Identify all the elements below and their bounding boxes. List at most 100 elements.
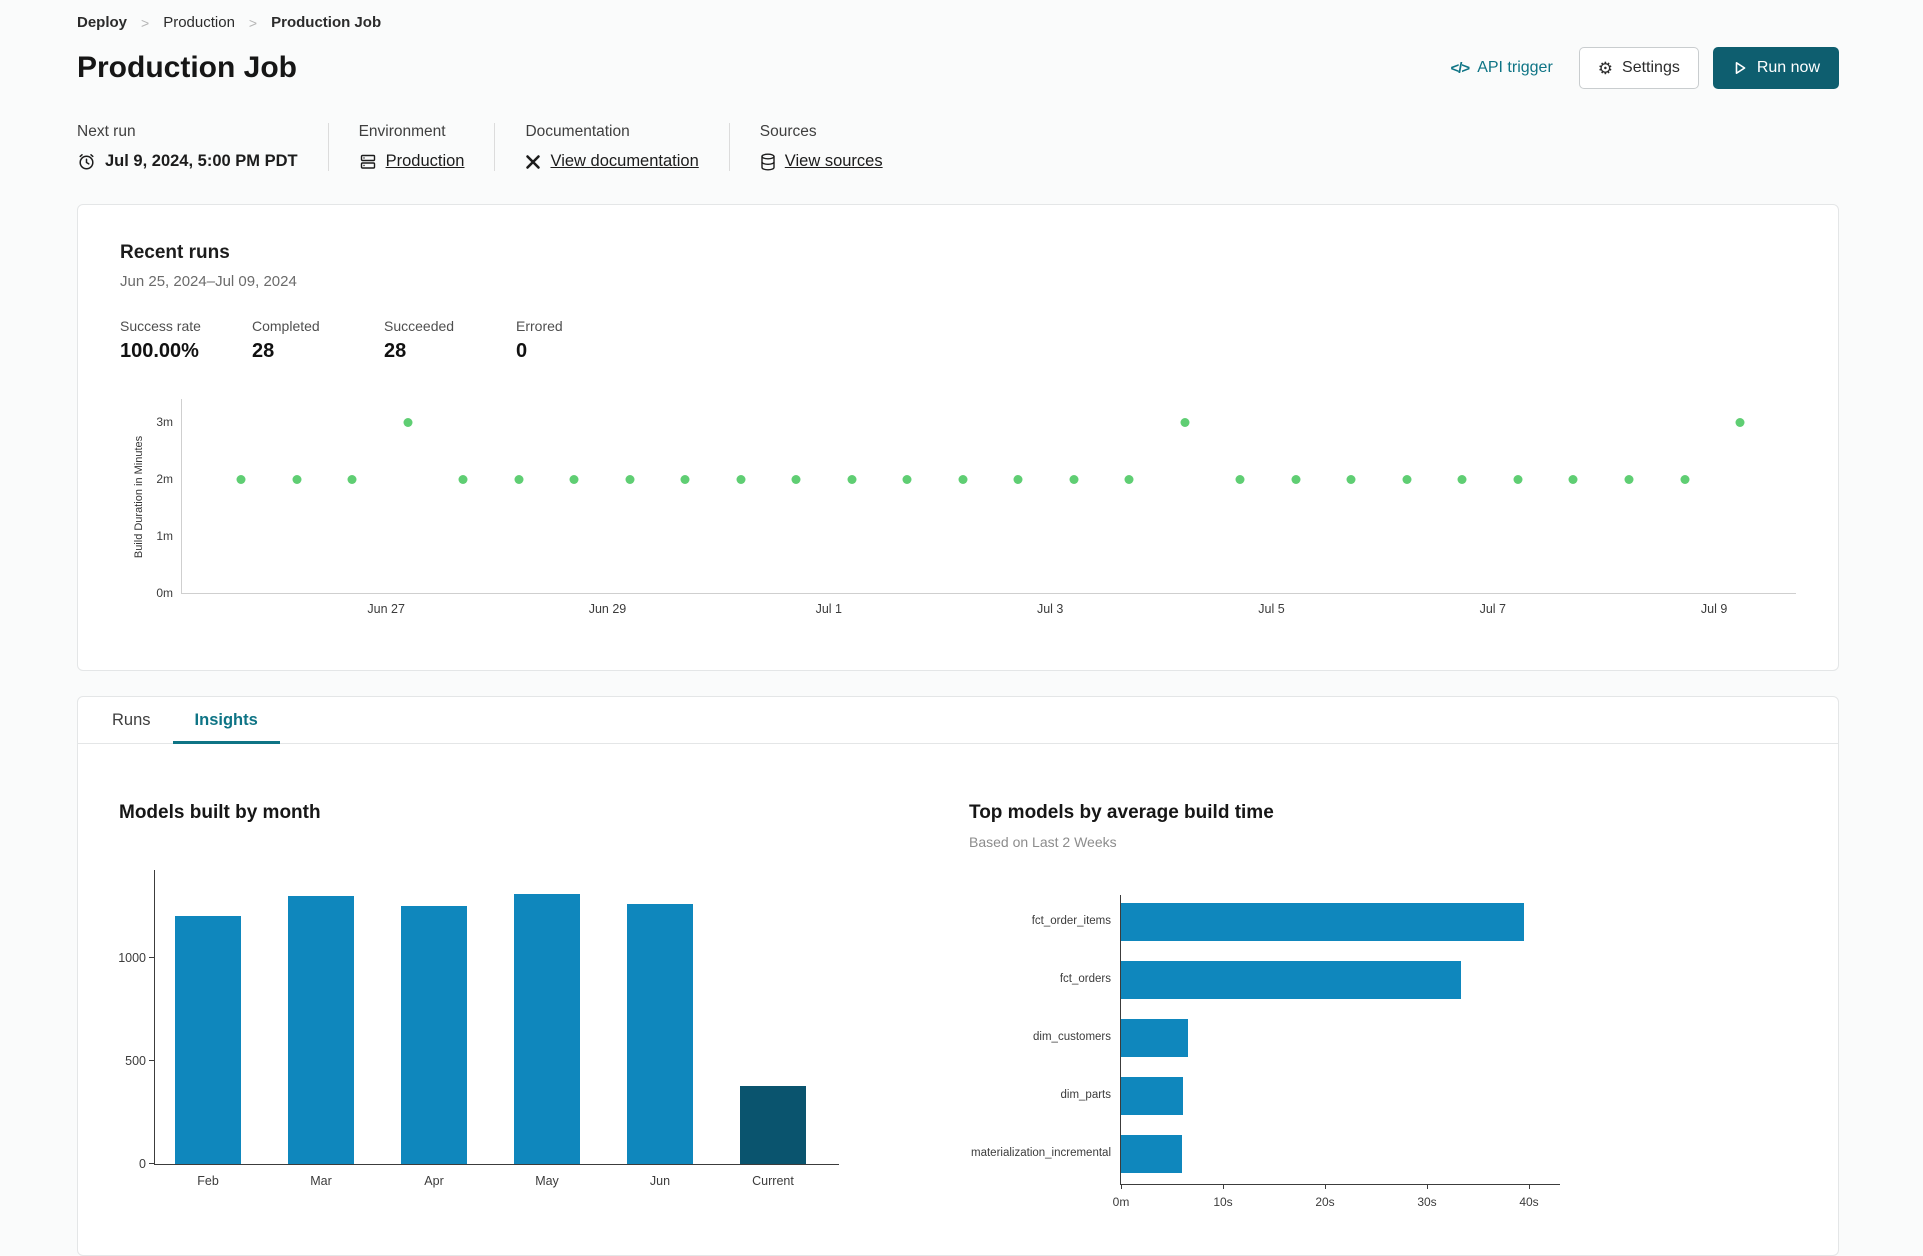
database-icon	[760, 153, 776, 171]
job-meta-row: Next run Jul 9, 2024, 5:00 PM PDT Enviro…	[77, 123, 1839, 171]
bar-fct_orders[interactable]	[1121, 961, 1461, 999]
bar-feb[interactable]	[175, 916, 241, 1164]
settings-button[interactable]: ⚙ Settings	[1578, 47, 1699, 89]
y-axis-tick-label: materialization_incremental	[971, 1147, 1111, 1159]
run-now-button[interactable]: Run now	[1712, 47, 1839, 89]
run-dot[interactable]	[292, 474, 302, 484]
tab-runs[interactable]: Runs	[90, 697, 173, 743]
bar-current[interactable]	[740, 1086, 806, 1164]
bar-jun[interactable]	[627, 904, 693, 1164]
run-dot[interactable]	[1180, 417, 1190, 427]
recent-runs-plot: 0m 1m 2m 3m Jun 27 Jun 29 Jul 1 Jul 3 Jul 5 Jul 7…	[156, 399, 1796, 616]
x-axis-tick-mark	[1427, 1184, 1428, 1189]
breadcrumb: Deploy > Production > Production Job	[77, 0, 1839, 31]
models-by-month-chart: Models built by month Feb Mar Apr May Jun Cur…	[78, 802, 839, 1188]
run-dot[interactable]	[1124, 474, 1134, 484]
settings-label: Settings	[1622, 59, 1680, 76]
bar-may[interactable]	[514, 894, 580, 1164]
run-dot[interactable]	[736, 474, 746, 484]
stat-value: 28	[384, 340, 407, 362]
x-axis-tick-label: 40s	[1519, 1195, 1539, 1209]
run-dot[interactable]	[958, 474, 968, 484]
stat-value: 28	[252, 340, 275, 362]
job-details-card: Runs Insights Models built by month Feb M…	[77, 696, 1839, 1256]
tab-insights[interactable]: Insights	[172, 697, 281, 744]
run-dot[interactable]	[458, 474, 468, 484]
header-actions: </> API trigger ⚙ Settings Run now	[1451, 47, 1839, 89]
run-dot[interactable]	[1735, 417, 1745, 427]
bar-fct_order_items[interactable]	[1121, 903, 1524, 941]
breadcrumb-item-deploy[interactable]: Deploy	[77, 14, 127, 31]
run-dot[interactable]	[569, 474, 579, 484]
run-dot[interactable]	[1346, 474, 1356, 484]
top-models-subtitle: Based on Last 2 Weeks	[969, 834, 1117, 850]
bar-mar[interactable]	[288, 896, 354, 1164]
run-dot[interactable]	[514, 474, 524, 484]
x-axis-tick-mark	[1223, 1184, 1224, 1189]
breadcrumb-item-production[interactable]: Production	[163, 14, 235, 31]
gear-icon: ⚙	[1597, 58, 1614, 78]
run-dot[interactable]	[1402, 474, 1412, 484]
stat-label: Success rate	[120, 318, 201, 334]
page-title: Production Job	[77, 51, 297, 84]
x-axis-tick-label: 30s	[1417, 1195, 1437, 1209]
run-dot[interactable]	[847, 474, 857, 484]
next-run-label: Next run	[77, 123, 136, 140]
bar-apr[interactable]	[401, 906, 467, 1164]
insights-charts: Models built by month Feb Mar Apr May Jun Cur…	[78, 744, 1838, 1209]
recent-runs-title: Recent runs	[120, 242, 230, 263]
run-dot[interactable]	[403, 417, 413, 427]
view-sources-link[interactable]: View sources	[785, 152, 883, 171]
run-dot[interactable]	[1235, 474, 1245, 484]
y-axis-tick-label: 3m	[156, 415, 173, 429]
stat-value: 0	[516, 340, 528, 362]
y-axis-tick-mark	[149, 1059, 154, 1061]
run-dot[interactable]	[1513, 474, 1523, 484]
clock-icon	[77, 152, 96, 171]
y-axis-tick-label: 2m	[156, 472, 173, 486]
tab-bar: Runs Insights	[78, 697, 1838, 744]
api-trigger-link[interactable]: </> API trigger	[1451, 59, 1553, 77]
next-run-value: Jul 9, 2024, 5:00 PM PDT	[105, 152, 298, 170]
x-axis-tick-label: Jul 9	[1700, 602, 1728, 616]
x-axis-tick-label: Jun 27	[367, 602, 405, 616]
x-axis-tick-label: May	[535, 1174, 559, 1188]
run-dot[interactable]	[1457, 474, 1467, 484]
top-models-plot: fct_order_items fct_orders dim_customers di…	[971, 895, 1560, 1209]
x-axis-tick-label: Feb	[197, 1174, 219, 1188]
run-dot[interactable]	[1568, 474, 1578, 484]
run-dot[interactable]	[236, 474, 246, 484]
bar-dim_customers[interactable]	[1121, 1019, 1188, 1057]
x-axis-tick-mark	[1121, 1184, 1122, 1189]
stat-value: 100.00%	[120, 340, 199, 362]
y-axis-tick-mark	[149, 956, 154, 958]
run-dot[interactable]	[902, 474, 912, 484]
bar-dim_parts[interactable]	[1121, 1077, 1183, 1115]
view-documentation-link[interactable]: View documentation	[550, 152, 698, 171]
x-axis-tick-label: Jul 5	[1258, 602, 1285, 616]
run-dot[interactable]	[680, 474, 690, 484]
y-axis-tick-label: dim_customers	[1033, 1031, 1111, 1043]
run-dot[interactable]	[625, 474, 635, 484]
code-icon: </>	[1450, 59, 1471, 77]
chevron-right-icon: >	[248, 14, 258, 31]
run-dot[interactable]	[347, 474, 357, 484]
run-dot[interactable]	[1680, 474, 1689, 484]
x-axis-tick-mark	[1325, 1184, 1326, 1189]
run-now-label: Run now	[1756, 59, 1820, 76]
bar-materialization_incremental[interactable]	[1121, 1135, 1182, 1173]
environment-link[interactable]: Production	[386, 152, 465, 171]
recent-runs-date-range: Jun 25, 2024–Jul 09, 2024	[120, 273, 297, 290]
run-dot[interactable]	[1013, 474, 1023, 484]
x-axis-tick-label: Jun	[649, 1174, 671, 1188]
run-dot[interactable]	[1624, 474, 1634, 484]
meta-environment: Environment Production	[327, 123, 495, 171]
run-dot[interactable]	[1291, 474, 1301, 484]
x-axis-tick-label: Jul 3	[1036, 602, 1064, 616]
x-axis-tick-label: Apr	[424, 1174, 444, 1188]
run-dot[interactable]	[791, 474, 801, 484]
recent-runs-stats: Success rate 100.00% Completed 28 Succee…	[120, 318, 1796, 363]
x-axis-tick-label: 0m	[1112, 1195, 1130, 1209]
run-dot[interactable]	[1069, 474, 1079, 484]
sources-label: Sources	[759, 123, 817, 140]
